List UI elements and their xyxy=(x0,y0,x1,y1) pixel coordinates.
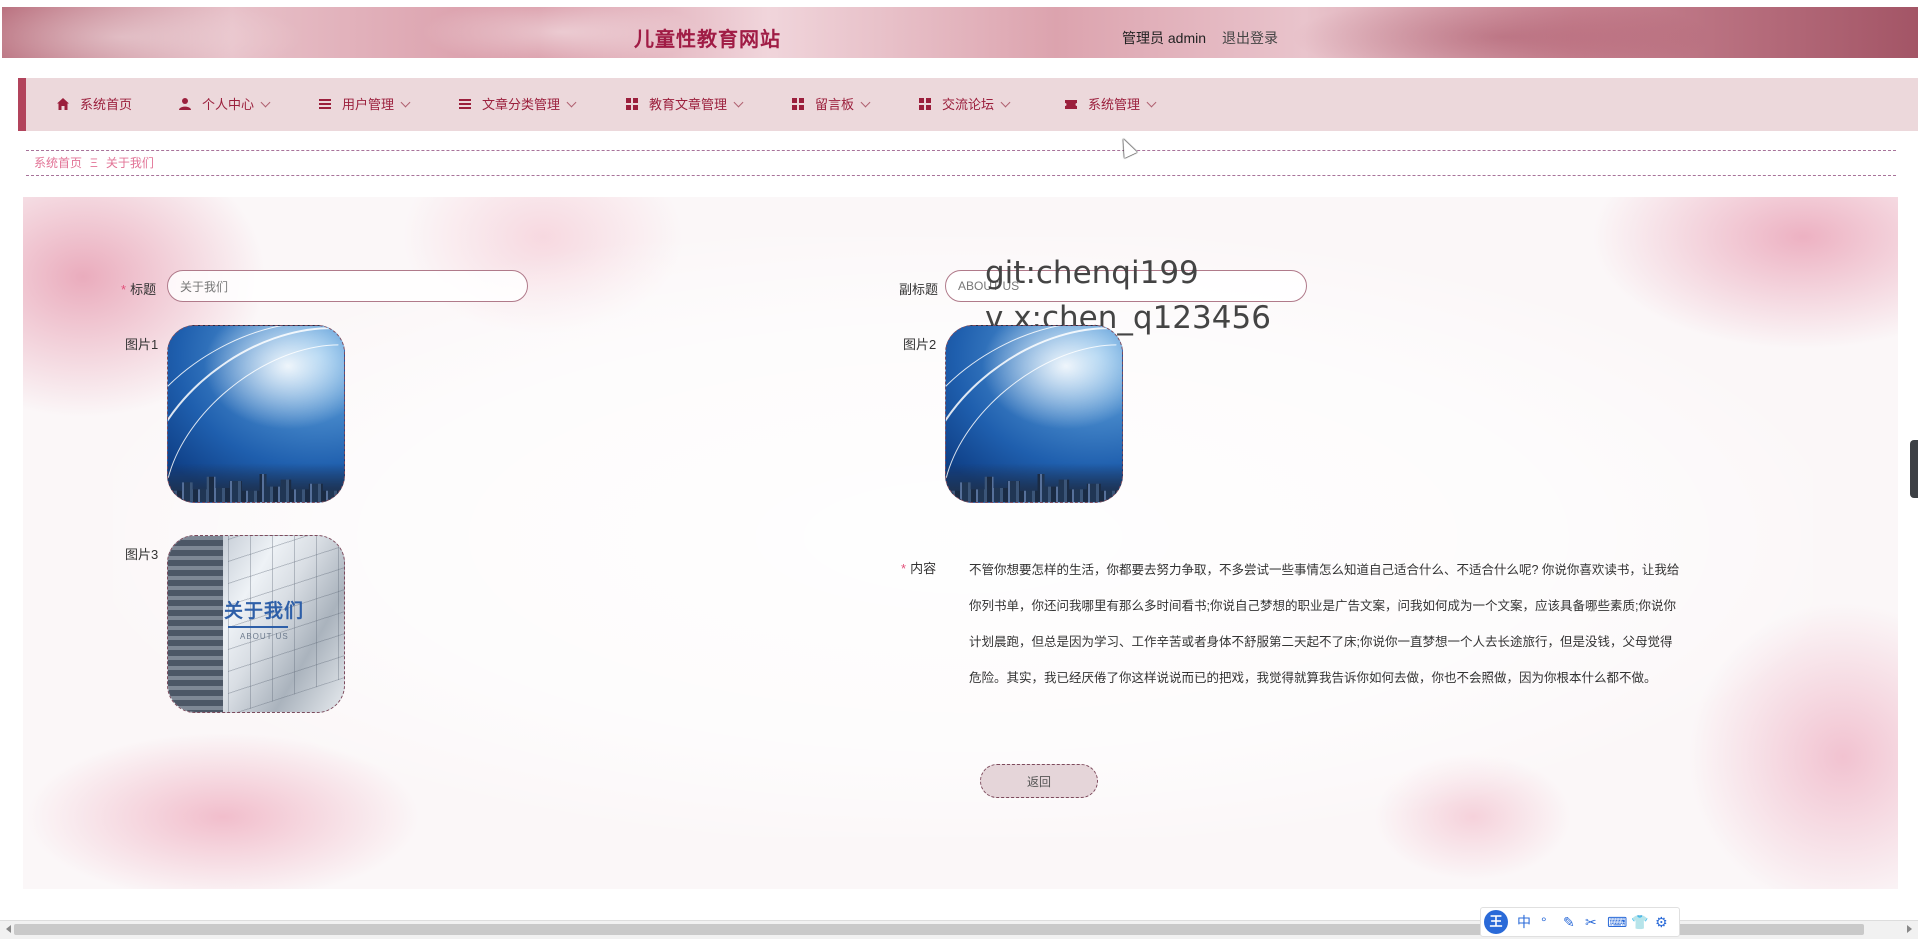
caption-underline xyxy=(228,626,288,628)
nav-item-system-management[interactable]: 系统管理 xyxy=(1064,78,1157,131)
list-icon xyxy=(318,80,332,109)
nav-item-forum[interactable]: 交流论坛 xyxy=(918,78,1011,131)
nav-item-label: 交流论坛 xyxy=(942,97,995,112)
main-nav: 系统首页 个人中心 用户管理 文章分类管理 教育文章管理 留言板 交流论坛 系统… xyxy=(18,78,1918,131)
logout-link[interactable]: 退出登录 xyxy=(1222,28,1278,48)
nav-item-education-articles[interactable]: 教育文章管理 xyxy=(625,78,744,131)
nav-item-message-board[interactable]: 留言板 xyxy=(791,78,871,131)
title-label: * 标题 xyxy=(121,282,157,297)
scroll-right-icon[interactable] xyxy=(1907,925,1912,933)
nav-item-label: 教育文章管理 xyxy=(649,97,728,112)
ime-keyboard-icon[interactable]: ⌨ xyxy=(1607,913,1627,931)
nav-item-article-category[interactable]: 文章分类管理 xyxy=(458,78,577,131)
breadcrumb: 系统首页 Ξ 关于我们 xyxy=(26,150,1896,176)
scroll-left-icon[interactable] xyxy=(6,925,11,933)
ime-toolbar: 王 中 ° ✎ ✂ ⌨ 👕 ⚙ xyxy=(1480,907,1680,937)
chevron-down-icon xyxy=(260,97,271,108)
breadcrumb-separator: Ξ xyxy=(90,156,98,170)
content-label: * 内容 xyxy=(901,561,937,576)
nav-item-label: 系统首页 xyxy=(80,97,133,112)
user-icon xyxy=(178,80,192,110)
ime-language-toggle[interactable]: 中 xyxy=(1517,913,1531,931)
nav-item-label: 个人中心 xyxy=(202,97,255,112)
image-decoration xyxy=(168,326,344,502)
ime-settings-icon[interactable]: ⚙ xyxy=(1655,913,1668,931)
nav-item-label: 系统管理 xyxy=(1088,97,1141,112)
image1-preview[interactable] xyxy=(167,325,345,503)
title-input[interactable] xyxy=(167,270,528,302)
ticket-icon xyxy=(1064,80,1078,109)
list-icon xyxy=(458,80,472,109)
nav-item-home[interactable]: 系统首页 xyxy=(56,78,132,131)
nav-item-label: 留言板 xyxy=(815,97,855,112)
subtitle-label: 副标题 xyxy=(899,282,939,297)
required-mark: * xyxy=(901,561,907,576)
building-facade xyxy=(228,536,344,712)
chevron-down-icon xyxy=(733,97,744,108)
admin-role-label: 管理员 admin xyxy=(1122,30,1207,46)
ime-screenshot-icon[interactable]: ✂ xyxy=(1585,913,1597,931)
side-panel-tab[interactable] xyxy=(1910,440,1918,498)
nav-item-label: 用户管理 xyxy=(342,97,395,112)
nav-item-user-management[interactable]: 用户管理 xyxy=(318,78,411,131)
site-header: 儿童性教育网站 管理员 admin 退出登录 xyxy=(2,7,1918,58)
chevron-down-icon xyxy=(1000,97,1011,108)
image2-preview[interactable] xyxy=(945,325,1123,503)
chevron-down-icon xyxy=(400,97,411,108)
ime-handwrite-icon[interactable]: ✎ xyxy=(1563,913,1575,931)
back-button[interactable]: 返回 xyxy=(980,764,1098,798)
image3-label: 图片3 xyxy=(125,547,159,562)
nav-item-profile[interactable]: 个人中心 xyxy=(178,78,271,131)
image-caption: 关于我们 xyxy=(224,601,305,622)
ime-logo-icon[interactable]: 王 xyxy=(1484,910,1508,934)
site-title: 儿童性教育网站 xyxy=(634,29,781,51)
ime-punctuation-icon[interactable]: ° xyxy=(1541,913,1547,931)
building-tower xyxy=(168,536,223,712)
watermark-line-1: git:chenqi199 xyxy=(985,255,1199,291)
home-icon xyxy=(56,80,70,110)
chevron-down-icon xyxy=(566,97,577,108)
grid-icon xyxy=(625,80,639,110)
detail-panel: *标题 副标题 git:chenqi199 v x:chen_q123456 图… xyxy=(23,197,1898,889)
image1-label: 图片1 xyxy=(125,337,159,352)
grid-icon xyxy=(791,80,805,110)
breadcrumb-current: 关于我们 xyxy=(105,156,154,170)
grid-icon xyxy=(918,80,932,110)
nav-item-label: 文章分类管理 xyxy=(482,97,561,112)
image2-label: 图片2 xyxy=(903,337,937,352)
chevron-down-icon xyxy=(860,97,871,108)
image-caption-en: ABOUT US xyxy=(240,632,289,641)
chevron-down-icon xyxy=(1146,97,1157,108)
image3-preview[interactable]: 关于我们 ABOUT US xyxy=(167,535,345,713)
breadcrumb-home[interactable]: 系统首页 xyxy=(34,156,82,170)
required-mark: * xyxy=(121,282,127,297)
ime-skin-icon[interactable]: 👕 xyxy=(1631,913,1648,931)
content-text: 不管你想要怎样的生活，你都要去努力争取，不多尝试一些事情怎么知道自己适合什么、不… xyxy=(969,563,1680,685)
image-decoration xyxy=(946,326,1122,502)
